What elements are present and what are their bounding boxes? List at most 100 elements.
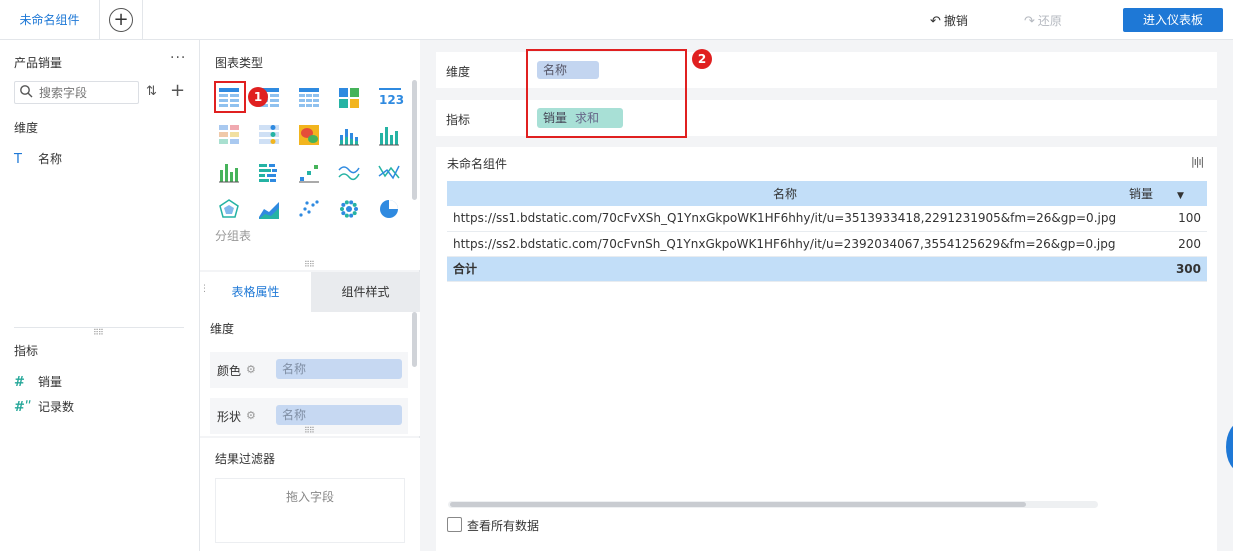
svg-text:123: 123	[379, 93, 404, 107]
number-type-icon: #	[14, 375, 25, 390]
scrollbar-thumb[interactable]	[450, 502, 1026, 507]
measure-field-sales[interactable]: # 销量	[14, 373, 62, 390]
cell-value: 100	[1117, 206, 1207, 232]
undo-label: 撤销	[943, 14, 968, 28]
gear-icon[interactable]: ⚙	[246, 363, 256, 376]
chart-type-scrollbar[interactable]	[412, 80, 417, 200]
chart-config-panel: 图表类型 123 1 分组表 ⠿⠿ 表格属性 组件样式 维度 颜色 ⚙ 名称 形…	[200, 40, 420, 551]
sort-filter-icon[interactable]: ⇅	[146, 84, 157, 99]
treemap-icon[interactable]	[339, 88, 359, 108]
result-filter-section: 结果过滤器 拖入字段	[200, 438, 420, 551]
redo-icon: ↷	[1024, 14, 1035, 29]
section-resize-handle[interactable]: ⠿⠿	[304, 260, 315, 269]
panel-resize-handle[interactable]: ⠿⠿	[93, 328, 104, 337]
property-tabs: 表格属性 组件样式	[200, 272, 420, 312]
table-total-row: 合计 300	[447, 256, 1207, 282]
sort-desc-icon[interactable]: ▼	[1177, 191, 1184, 201]
table-header-row: 名称 销量 ▼	[447, 181, 1207, 206]
kpi-number-icon[interactable]: 123	[379, 88, 404, 107]
colored-table-icon[interactable]	[219, 125, 239, 144]
collapse-handle[interactable]: ⋮	[200, 284, 209, 294]
scatter-table-icon[interactable]	[259, 125, 279, 144]
property-resize-handle[interactable]: ⠿⠿	[304, 426, 315, 435]
undo-button[interactable]: ↶ 撤销	[930, 12, 968, 29]
panel-divider	[14, 327, 184, 328]
total-label: 合计	[447, 256, 1117, 282]
floating-assistant-button[interactable]	[1226, 422, 1233, 472]
dimension-field-name[interactable]: T 名称	[14, 150, 62, 167]
column-header-sales-label: 销量	[1129, 187, 1154, 201]
column-width-icon[interactable]: |ı|ı|	[1191, 155, 1204, 168]
selected-chart-highlight	[214, 81, 246, 113]
enter-dashboard-button[interactable]: 进入仪表板	[1123, 8, 1223, 32]
redo-button[interactable]: ↷ 还原	[1024, 12, 1062, 29]
grouped-bar-icon[interactable]	[259, 164, 277, 182]
annotation-highlight-box	[526, 49, 687, 138]
dimension-config-label: 维度	[446, 65, 471, 79]
column-header-sales[interactable]: 销量 ▼	[1117, 181, 1207, 206]
color-row: 颜色 ⚙ 名称	[210, 352, 408, 388]
filter-drop-zone[interactable]: 拖入字段	[215, 478, 405, 543]
area-chart-icon[interactable]	[259, 202, 279, 219]
widget-title: 未命名组件	[447, 157, 508, 171]
dataset-name: 产品销量	[14, 56, 63, 70]
measure-config-label: 指标	[446, 113, 471, 127]
column-chart-icon[interactable]	[219, 164, 239, 183]
total-value: 300	[1117, 256, 1207, 282]
tab-unnamed-widget[interactable]: 未命名组件	[0, 0, 100, 40]
tab-table-properties[interactable]: 表格属性	[200, 272, 311, 312]
color-label: 颜色	[217, 364, 242, 378]
annotation-badge-2: 2	[692, 49, 712, 69]
text-type-icon: T	[14, 152, 22, 167]
horizontal-scrollbar[interactable]	[448, 501, 1098, 508]
dimension-header: 维度	[14, 121, 39, 135]
undo-icon: ↶	[930, 14, 941, 29]
add-field-icon[interactable]: +	[170, 80, 185, 101]
top-bar: 未命名组件 + ↶ 撤销 ↷ 还原 进入仪表板	[0, 0, 1233, 40]
measure-field-record-count[interactable]: #ʺ 记录数	[14, 398, 74, 415]
dot-ring-icon[interactable]	[340, 200, 358, 218]
cell-name: https://ss2.bdstatic.com/70cFvnSh_Q1YnxG…	[447, 231, 1117, 257]
property-scrollbar[interactable]	[412, 312, 417, 367]
property-dimension-label: 维度	[210, 322, 235, 336]
add-tab-button[interactable]: +	[109, 8, 133, 32]
result-filter-title: 结果过滤器	[215, 452, 276, 466]
stepped-bar-icon[interactable]	[299, 165, 319, 183]
measure-header: 指标	[14, 344, 39, 358]
field-label: 销量	[38, 375, 63, 389]
gear-icon[interactable]: ⚙	[246, 409, 256, 422]
chart-type-title: 图表类型	[215, 56, 264, 70]
search-input[interactable]	[39, 82, 137, 103]
field-panel: 产品销量 ··· ⇅ + 维度 T 名称 ⠿⠿ 指标 # 销量 #ʺ 记录数	[0, 40, 200, 551]
data-table: 名称 销量 ▼ https://ss1.bdstatic.com/70cFvXSh…	[447, 181, 1207, 282]
chart-type-section: 图表类型 123 1 分组表 ⠿⠿	[200, 40, 420, 270]
widget-preview: 未命名组件 |ı|ı| 名称 销量 ▼ https://ss1.bdstatic.…	[436, 147, 1217, 551]
search-icon	[20, 85, 33, 98]
bar-chart-icon[interactable]	[379, 127, 399, 146]
redo-label: 还原	[1037, 14, 1062, 28]
field-label: 记录数	[38, 400, 75, 414]
multi-line-icon[interactable]	[338, 166, 360, 181]
tab-divider	[142, 0, 143, 40]
stacked-bar-icon[interactable]	[339, 129, 359, 146]
table-row: https://ss2.bdstatic.com/70cFvnSh_Q1YnxG…	[447, 231, 1207, 257]
scatter-chart-icon[interactable]	[299, 200, 319, 217]
color-field-chip[interactable]: 名称	[276, 359, 402, 379]
line-chart-icon[interactable]	[378, 165, 400, 180]
more-options-icon[interactable]: ···	[170, 50, 186, 66]
field-search-box[interactable]	[14, 81, 139, 104]
table-row: https://ss1.bdstatic.com/70cFvXSh_Q1YnxG…	[447, 206, 1207, 232]
cell-value: 200	[1117, 231, 1207, 257]
count-type-icon: #ʺ	[14, 400, 32, 415]
column-header-name[interactable]: 名称	[447, 181, 1117, 206]
heatmap-icon[interactable]	[299, 125, 319, 145]
shape-field-chip[interactable]: 名称	[276, 405, 402, 425]
radar-chart-icon[interactable]	[219, 199, 239, 218]
field-label: 名称	[38, 152, 63, 166]
pie-chart-icon[interactable]	[380, 200, 398, 218]
cell-name: https://ss1.bdstatic.com/70cFvXSh_Q1YnxG…	[447, 206, 1117, 232]
chart-group-label: 分组表	[215, 229, 252, 243]
show-all-data-checkbox[interactable]	[447, 517, 462, 532]
tab-component-style[interactable]: 组件样式	[311, 272, 420, 312]
detail-table-icon[interactable]	[299, 88, 319, 107]
